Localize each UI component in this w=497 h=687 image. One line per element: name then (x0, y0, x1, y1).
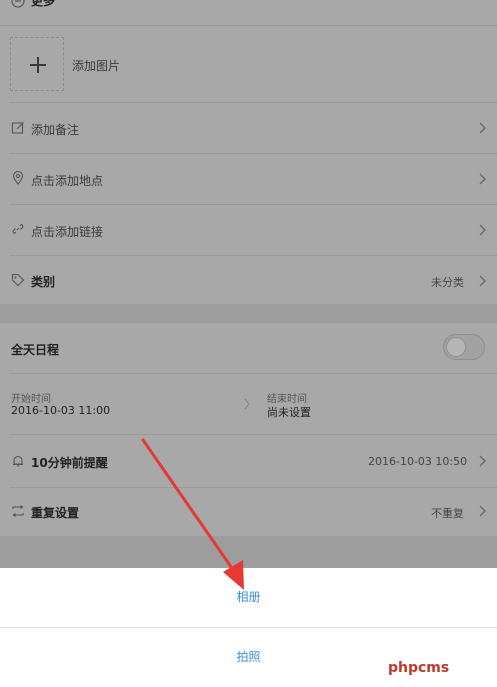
location-pin-icon (12, 171, 24, 185)
link-icon (12, 223, 24, 235)
more-section-header[interactable]: 更多 (0, 0, 497, 24)
all-day-toggle[interactable] (443, 334, 485, 360)
section-gap (0, 536, 497, 568)
repeat-value: 不重复 (431, 507, 464, 520)
chevron-right-icon (479, 224, 486, 236)
more-circle-icon (11, 0, 25, 8)
add-note-row[interactable]: 添加备注 (0, 103, 497, 153)
add-photo-button[interactable] (10, 37, 64, 91)
add-location-label: 点击添加地点 (31, 174, 104, 188)
start-time-label: 开始时间 (11, 394, 51, 405)
end-time-value: 尚未设置 (267, 406, 311, 419)
more-section-title: 更多 (31, 0, 56, 8)
add-photo-label: 添加图片 (72, 59, 121, 73)
repeat-label: 重复设置 (31, 506, 80, 520)
start-time-field[interactable]: 开始时间 2016-10-03 11:00 (0, 374, 250, 434)
all-day-row: 全天日程 (0, 323, 497, 373)
repeat-icon (12, 505, 24, 517)
repeat-row[interactable]: 重复设置 不重复 (0, 488, 497, 536)
chevron-right-icon (244, 398, 250, 410)
end-time-field[interactable]: 结束时间 尚未设置 (256, 374, 497, 434)
divider (0, 25, 497, 26)
watermark-text: phpcms (388, 660, 450, 676)
chevron-right-icon (479, 505, 486, 517)
tag-icon (11, 273, 25, 287)
category-label: 类别 (31, 275, 56, 289)
start-time-value: 2016-10-03 11:00 (11, 404, 111, 417)
category-row[interactable]: 类别 未分类 (0, 256, 497, 304)
camera-button[interactable]: 拍照 (0, 628, 497, 687)
add-location-row[interactable]: 点击添加地点 (0, 154, 497, 204)
end-time-label: 结束时间 (267, 394, 307, 405)
section-gap (0, 304, 497, 322)
collapse-chevron-icon[interactable] (470, 0, 484, 2)
add-note-label: 添加备注 (31, 123, 80, 137)
bell-icon (13, 455, 23, 467)
chevron-right-icon (479, 173, 486, 185)
chevron-right-icon (479, 275, 486, 287)
category-value: 未分类 (431, 276, 464, 289)
edit-note-icon (11, 122, 24, 134)
all-day-label: 全天日程 (11, 343, 60, 357)
add-link-label: 点击添加链接 (31, 225, 104, 239)
reminder-value: 2016-10-03 10:50 (368, 455, 468, 468)
add-link-row[interactable]: 点击添加链接 (0, 205, 497, 255)
toggle-knob (446, 337, 466, 357)
chevron-right-icon (479, 122, 486, 134)
reminder-label: 10分钟前提醒 (31, 456, 108, 470)
reminder-row[interactable]: 10分钟前提醒 2016-10-03 10:50 (0, 435, 497, 487)
chevron-right-icon (479, 455, 486, 467)
album-button[interactable]: 相册 (0, 568, 497, 627)
